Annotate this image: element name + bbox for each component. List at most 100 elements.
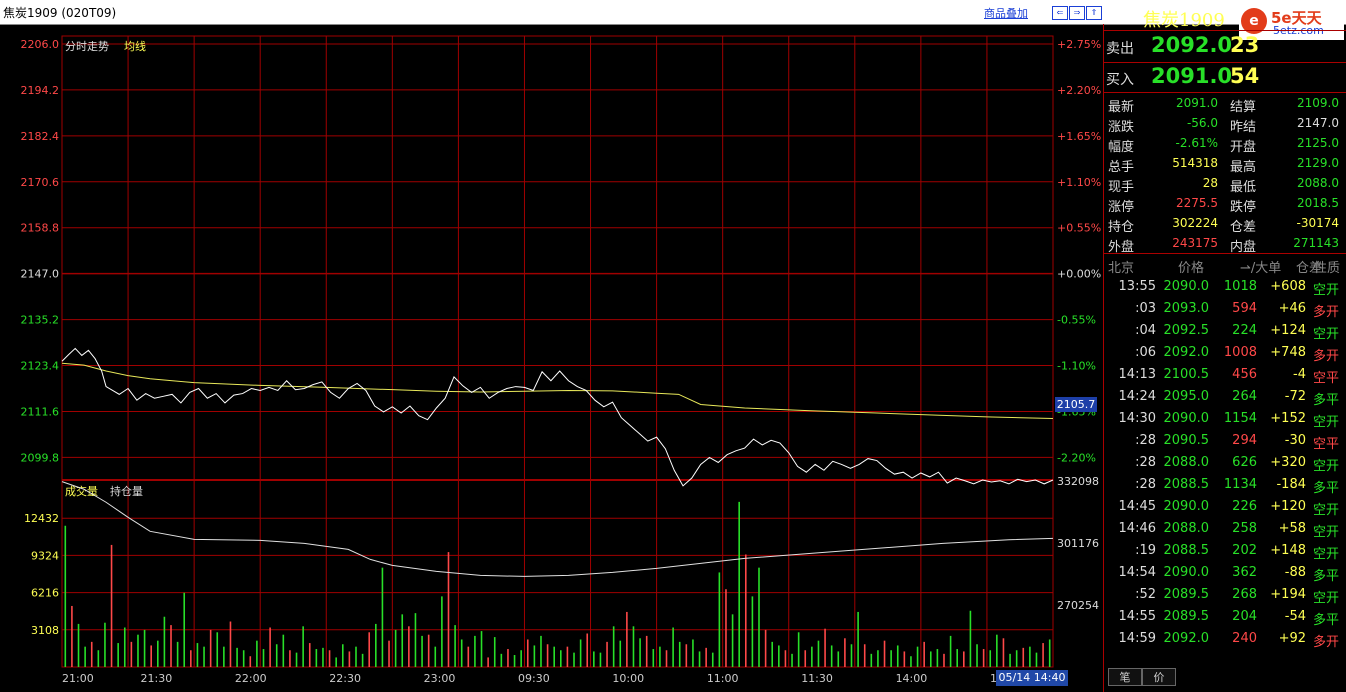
divider [1104,30,1346,31]
stat-label: 总手 [1108,160,1135,175]
pct-tick-label: -0.55% [1057,314,1096,327]
tick-volume: 594 [1232,301,1257,316]
tick-time: :04 [1135,323,1156,338]
stat-value: 2125.0 [1297,136,1339,150]
time-tick-label: 11:30 [801,672,833,685]
tick-price: 2089.5 [1163,587,1210,602]
stat-label: 结算 [1230,100,1257,115]
tick-oi-change: +320 [1270,455,1306,470]
tick-time: :06 [1135,345,1156,360]
price-tick-label: 2158.8 [21,222,60,235]
overlay-link[interactable]: 商品叠加 [984,5,1028,21]
tick-nature: 多开 [1313,635,1340,650]
stat-value: 2091.0 [1176,96,1218,110]
volume-tick-label: 3108 [31,624,59,637]
tick-price: 2090.0 [1163,279,1210,294]
price-tick-label: 2135.2 [21,314,60,327]
stat-label: 涨跌 [1108,120,1135,135]
oi-tick-label: 332098 [1057,475,1099,488]
legend-avg: 均线 [124,39,146,53]
tick-oi-change: -88 [1284,565,1306,580]
nav-up-icon[interactable]: ⇑ [1086,6,1102,20]
avg-line [61,362,1054,419]
price-tick-label: 2123.4 [21,360,60,373]
tick-price: 2100.5 [1163,367,1210,382]
stat-value: 2147.0 [1297,116,1339,130]
stat-value: 2088.0 [1297,176,1339,190]
price-tick-label: 2170.6 [21,176,60,189]
pct-tick-label: +0.55% [1057,222,1101,235]
tick-oi-change: +152 [1270,411,1306,426]
tick-time: :03 [1135,301,1156,316]
price-line [61,347,1054,487]
divider [1104,253,1346,254]
pct-tick-label: +0.00% [1057,268,1101,281]
pct-tick-label: -2.20% [1057,451,1096,464]
tick-nature: 空开 [1313,283,1340,298]
tick-oi-change: -54 [1284,609,1306,624]
tick-time: 14:46 [1118,521,1156,536]
intraday-chart[interactable]: 2206.0 +2.75% 2194.2 +2.20% 2182.4 +1.65% 2170… [0,24,1103,692]
tick-nature: 空开 [1313,503,1340,518]
stat-value: 271143 [1293,236,1339,250]
time-tick-label: 09:30 [518,672,550,685]
tick-oi-change: +124 [1270,323,1306,338]
stat-label: 仓差 [1230,220,1257,235]
tick-oi-change: -30 [1284,433,1306,448]
buy-volume: 54 [1230,64,1260,88]
tick-nature: 空开 [1313,525,1340,540]
stat-label: 涨停 [1108,200,1135,215]
tab-price[interactable]: 价 [1142,668,1176,686]
sell-price: 2092.0 [1151,33,1233,57]
nav-left-icon[interactable]: ⇐ [1052,6,1068,20]
stat-label: 现手 [1108,180,1135,195]
tick-time: :19 [1135,543,1156,558]
tick-price: 2092.5 [1163,323,1210,338]
time-tick-label: 22:30 [329,672,361,685]
pct-tick-label: +1.65% [1057,130,1101,143]
tick-volume: 1018 [1223,279,1257,294]
symbol-title: 焦炭1909 [1143,10,1225,31]
price-tick-label: 2099.8 [21,451,60,464]
oi-tick-label: 301176 [1057,537,1099,550]
tick-volume: 264 [1232,389,1257,404]
tick-nature: 多平 [1313,393,1340,408]
pct-tick-label: +2.75% [1057,38,1101,51]
divider [1104,92,1346,93]
tick-nature: 空开 [1313,415,1340,430]
tick-nature: 空开 [1313,327,1340,342]
tick-header-cell: 性质 [1314,261,1341,276]
tick-volume: 1134 [1223,477,1257,492]
tick-price: 2088.0 [1163,455,1210,470]
tick-price: 2093.0 [1163,301,1210,316]
stat-value: 2018.5 [1297,196,1339,210]
stat-value: -2.61% [1175,136,1218,150]
tick-time: 14:13 [1118,367,1156,382]
time-tick-label: 21:00 [62,672,94,685]
sell-volume: 23 [1230,33,1260,57]
tick-nature: 多平 [1313,569,1340,584]
stat-label: 最高 [1230,160,1257,175]
stat-value: 28 [1202,176,1218,190]
tick-nature: 空平 [1313,437,1340,452]
pct-tick-label: +1.10% [1057,176,1101,189]
time-tick-label: 22:00 [235,672,267,685]
tick-oi-change: +194 [1270,587,1306,602]
stat-label: 昨结 [1230,120,1257,135]
tick-tabs: 笔 价 [1104,668,1346,692]
tick-oi-change: -4 [1293,367,1306,382]
price-tick-label: 2182.4 [21,130,60,143]
stat-label: 最低 [1230,180,1257,195]
nav-right-icon[interactable]: ⇒ [1069,6,1085,20]
tick-time: :52 [1135,587,1156,602]
pct-tick-label: +2.20% [1057,84,1101,97]
tab-trades[interactable]: 笔 [1108,668,1142,686]
price-tick-label: 2206.0 [21,38,60,51]
tick-oi-change: +58 [1278,521,1306,536]
tick-price: 2095.0 [1163,389,1210,404]
stat-value: 2109.0 [1297,96,1339,110]
tick-time: 14:59 [1118,631,1156,646]
stat-value: 2275.5 [1176,196,1218,210]
sell-label: 卖出 [1106,41,1134,57]
tick-nature: 空开 [1313,459,1340,474]
